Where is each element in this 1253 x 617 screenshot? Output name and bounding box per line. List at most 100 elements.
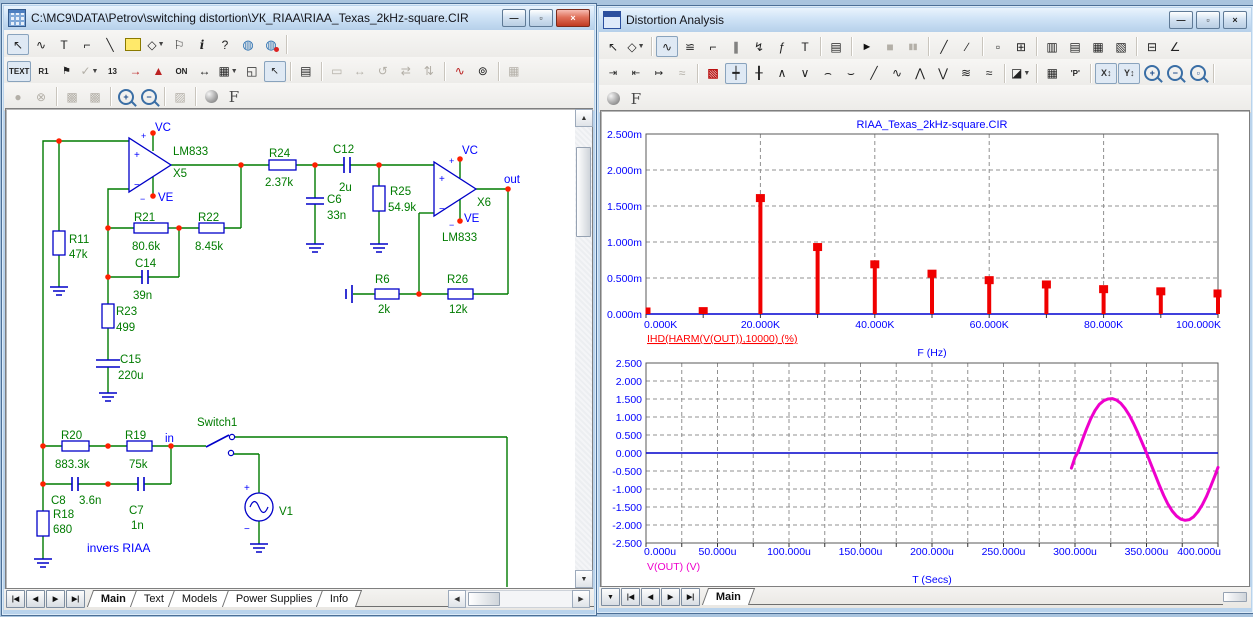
chevron-down-icon[interactable]: ▼ (638, 43, 645, 50)
slope-icon[interactable]: ╱ (863, 63, 885, 84)
analysis-tab-main[interactable]: Main (702, 588, 755, 605)
text-mode-icon[interactable]: T (794, 36, 816, 57)
function-icon[interactable]: ƒ (771, 36, 793, 57)
shape-mode-icon[interactable]: ◇▼ (625, 36, 647, 57)
find-part-icon[interactable]: ∿ (449, 61, 471, 82)
chevron-down-icon[interactable]: ▼ (231, 68, 238, 75)
plot-area[interactable]: RIAA_Texas_2kHz-square.CIR2.500m2.000m1.… (600, 110, 1250, 587)
low-icon[interactable]: ⌣ (840, 63, 862, 84)
scroll-up-icon[interactable]: ▲ (575, 109, 593, 127)
pin-connections-icon[interactable]: ↔ (193, 61, 215, 82)
analysis-nav-2[interactable]: ▶ (661, 588, 680, 606)
peak-icon[interactable]: ∧ (771, 63, 793, 84)
numeric-output-icon[interactable]: ▦ (1041, 63, 1063, 84)
analysis-nav-3[interactable]: ▶| (681, 588, 700, 606)
condition-display-icon[interactable]: ON (170, 61, 192, 82)
pane-splitter-handle[interactable] (1223, 592, 1247, 602)
minimize-button[interactable]: — (502, 9, 526, 27)
data-points-icon[interactable]: ▫ (987, 36, 1009, 57)
maximize-button[interactable]: ▫ (529, 9, 553, 27)
select-cursor-icon[interactable]: ↖ (602, 36, 624, 57)
vertical-tag-icon[interactable]: ∥ (725, 36, 747, 57)
zoom-out-icon[interactable]: − (1164, 63, 1186, 84)
global-low-icon[interactable]: ⋁ (932, 63, 954, 84)
browse-web-icon[interactable]: ◍ (237, 34, 259, 55)
page-list-dropdown[interactable]: ▼ (601, 588, 620, 606)
polyline-icon[interactable]: ∕ (956, 36, 978, 57)
text-attributes-icon[interactable]: TEXT (7, 61, 31, 82)
chevron-down-icon[interactable]: ▼ (158, 41, 165, 48)
line-mode-icon[interactable]: ╲ (99, 34, 121, 55)
schematic-nav-0[interactable]: |◀ (6, 590, 25, 608)
ruler-horizontal-icon[interactable]: ▤ (1064, 36, 1086, 57)
scroll-down-icon[interactable]: ▼ (575, 570, 593, 588)
attributes-icon[interactable]: ▤ (295, 61, 317, 82)
select-cursor-icon[interactable]: ↖ (7, 34, 29, 55)
auto-scale-x-icon[interactable]: X↕ (1095, 63, 1117, 84)
flag-mode-icon[interactable]: ⚐ (168, 34, 190, 55)
next-simulation-icon[interactable]: ⇥ (602, 63, 624, 84)
maximize-button[interactable]: ▫ (1196, 11, 1220, 29)
performance-tag-icon[interactable]: ↯ (748, 36, 770, 57)
pick-mode-icon[interactable]: ↖ (264, 61, 286, 82)
analysis-titlebar[interactable]: Distortion Analysis — ▫ × (599, 8, 1251, 32)
ihd-trace-label[interactable]: IHD(HARM(V(OUT)),10000) (%) (647, 333, 798, 345)
vout-trace-label[interactable]: V(OUT) (V) (647, 561, 700, 573)
close-button[interactable]: × (1223, 11, 1247, 29)
ortho-wire-icon[interactable]: ⌐ (76, 34, 98, 55)
inflection-icon[interactable]: ∿ (886, 63, 908, 84)
high-icon[interactable]: ⌢ (817, 63, 839, 84)
schematic-nav-1[interactable]: ◀ (26, 590, 45, 608)
data-point-left-icon[interactable]: ⇤ (625, 63, 647, 84)
model-3d-icon[interactable] (200, 86, 222, 107)
schematic-tab-power-supplies[interactable]: Power Supplies (222, 590, 327, 607)
wire-mode-icon[interactable]: ∿ (30, 34, 52, 55)
minimize-button[interactable]: — (1169, 11, 1193, 29)
tokens-icon[interactable]: ⊞ (1010, 36, 1032, 57)
chevron-down-icon[interactable]: ▼ (92, 68, 99, 75)
model-3d-icon[interactable] (602, 88, 624, 109)
node-numbers-icon[interactable]: 13 (101, 61, 123, 82)
scroll-left-icon[interactable]: ◀ (448, 590, 466, 608)
horizontal-scroll-thumb[interactable] (468, 592, 500, 606)
cursor-mode-icon[interactable]: ≌ (679, 36, 701, 57)
schematic-titlebar[interactable]: C:\MC9\DATA\Petrov\switching distortion\… (4, 6, 594, 30)
component-mode-icon[interactable] (122, 34, 144, 55)
schematic-horizontal-scrollbar[interactable]: ◀ ▶ (448, 590, 590, 607)
ruler-vertical-icon[interactable]: ▥ (1041, 36, 1063, 57)
cursor-vertical-icon[interactable]: ╂ (748, 63, 770, 84)
close-button[interactable]: × (556, 9, 590, 27)
envelope-bottom-icon[interactable]: ≈ (978, 63, 1000, 84)
text-mode-icon[interactable]: T (53, 34, 75, 55)
slope-axis-icon[interactable]: ∠ (1164, 36, 1186, 57)
baseline-icon[interactable]: ⊟ (1141, 36, 1163, 57)
global-high-icon[interactable]: ⋀ (909, 63, 931, 84)
data-point-right-icon[interactable]: ↦ (648, 63, 670, 84)
envelope-top-icon[interactable]: ≋ (955, 63, 977, 84)
current-display-icon[interactable]: → (124, 61, 146, 82)
info-mode-icon[interactable]: i (191, 34, 213, 55)
xy-cursors-icon[interactable]: ▧ (702, 63, 724, 84)
pin-markers-icon[interactable]: ⚑ (55, 61, 77, 82)
cursor-horizontal-icon[interactable]: ┿ (725, 63, 747, 84)
zoom-in-icon[interactable]: + (115, 86, 137, 107)
go-to-branch-icon[interactable]: ◪▼ (1009, 63, 1032, 84)
run-icon[interactable]: ► (856, 36, 878, 57)
schematic-tab-info[interactable]: Info (316, 590, 363, 607)
font-icon[interactable]: F (625, 88, 647, 109)
horizontal-tag-icon[interactable]: ⌐ (702, 36, 724, 57)
schematic-nav-3[interactable]: ▶| (66, 590, 85, 608)
schematic-vertical-scrollbar[interactable]: ▲ ▼ (575, 109, 592, 588)
scroll-right-icon[interactable]: ▶ (572, 590, 590, 608)
auto-scale-y-icon[interactable]: Y↕ (1118, 63, 1140, 84)
zoom-out-icon[interactable]: − (138, 86, 160, 107)
chevron-down-icon[interactable]: ▼ (1023, 70, 1030, 77)
scale-mode-icon[interactable]: ∿ (656, 36, 678, 57)
resistor-values-icon[interactable]: R1 (32, 61, 54, 82)
grid-dots-icon[interactable]: ▧ (1110, 36, 1132, 57)
line-icon[interactable]: ╱ (933, 36, 955, 57)
analysis-nav-1[interactable]: ◀ (641, 588, 660, 606)
properties-icon[interactable]: ▤ (825, 36, 847, 57)
schematic-nav-2[interactable]: ▶ (46, 590, 65, 608)
zoom-in-icon[interactable]: + (1141, 63, 1163, 84)
